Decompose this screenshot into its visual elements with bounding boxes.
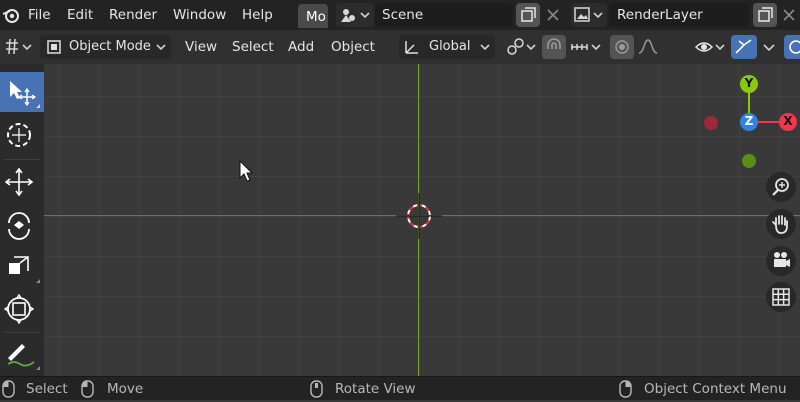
snap-increment-icon: [571, 44, 601, 51]
chevron-down-icon: [156, 44, 166, 51]
eye-icon: [694, 42, 725, 52]
close-view-layer-button[interactable]: [778, 3, 800, 27]
snap-target-dropdown[interactable]: [568, 35, 604, 59]
toolbar-separator: [4, 159, 40, 160]
gizmo-neg-y-handle: [742, 154, 756, 168]
menu-add[interactable]: Add: [288, 35, 314, 59]
cursor-icon: [7, 123, 31, 147]
new-scene-button[interactable]: [516, 3, 540, 27]
mouse-drag-icon: [80, 380, 96, 398]
menu-file[interactable]: File: [28, 0, 51, 30]
tool-annotate[interactable]: [0, 334, 44, 374]
close-icon: [783, 9, 795, 21]
gizmo-x-label: X: [783, 114, 793, 128]
menu-select[interactable]: Select: [232, 35, 274, 59]
view-layer-name-text: RenderLayer: [617, 7, 703, 23]
zoom-icon: [772, 178, 789, 196]
zoom-button[interactable]: [766, 172, 796, 202]
orientation-icon: [405, 41, 418, 54]
status-context-label: Object Context Menu: [644, 381, 787, 397]
perspective-toggle-button[interactable]: [766, 282, 796, 312]
menu-object[interactable]: Object: [331, 35, 375, 59]
snap-toggle[interactable]: [542, 35, 566, 59]
orientation-dropdown[interactable]: Global: [399, 35, 495, 59]
mode-dropdown[interactable]: Object Mode: [40, 35, 171, 59]
camera-icon: [774, 252, 790, 267]
3d-cursor[interactable]: [396, 193, 442, 239]
pan-button[interactable]: [766, 209, 796, 239]
select-box-icon: [10, 81, 40, 108]
menu-render[interactable]: Render: [109, 0, 157, 30]
annotate-icon: [7, 344, 40, 370]
mouse-right-icon: [619, 380, 633, 398]
scene-name-field[interactable]: Scene: [375, 3, 513, 27]
copy-icon: [521, 7, 536, 22]
scale-icon: [9, 256, 40, 283]
gizmo-y-label: Y: [744, 76, 754, 90]
grid-icon: [772, 288, 790, 306]
scene-selector[interactable]: [336, 3, 374, 27]
visibility-dropdown[interactable]: [694, 35, 730, 59]
3d-cursor-icon: [396, 193, 442, 239]
menu-view[interactable]: View: [185, 35, 217, 59]
tool-transform[interactable]: [0, 289, 44, 329]
toolbar-separator: [4, 332, 40, 333]
menu-edit[interactable]: Edit: [67, 0, 93, 30]
move-icon: [4, 167, 34, 197]
mouse-left-icon: [2, 380, 16, 398]
copy-icon: [758, 7, 773, 22]
transform-icon: [3, 293, 35, 325]
proportional-edit-icon: [615, 40, 629, 54]
close-icon: [547, 9, 559, 21]
scene-name-text: Scene: [382, 7, 424, 23]
status-rotate-label: Rotate View: [335, 381, 416, 397]
gizmo-neg-x-handle: [704, 116, 718, 130]
orientation-label: Global: [429, 39, 471, 54]
pivot-icon: [507, 38, 536, 55]
blender-logo-icon[interactable]: [2, 6, 20, 24]
status-select-label: Select: [26, 381, 68, 397]
object-mode-icon: [47, 40, 61, 54]
gizmo-icon: [735, 39, 752, 54]
magnet-icon: [547, 38, 561, 49]
scene-icon: [341, 9, 370, 22]
gizmo-toggle[interactable]: [731, 35, 757, 59]
tool-move[interactable]: [0, 162, 44, 202]
overlay-icon: [789, 40, 800, 54]
tool-cursor[interactable]: [0, 115, 44, 155]
mouse-middle-icon: [310, 380, 324, 398]
proportional-editing-toggle[interactable]: [610, 35, 634, 59]
pivot-point-dropdown[interactable]: [503, 35, 539, 59]
menu-help[interactable]: Help: [242, 0, 273, 30]
view-layer-selector[interactable]: [571, 3, 607, 27]
tool-select-box[interactable]: [0, 72, 44, 112]
view-layer-name-field[interactable]: RenderLayer: [609, 3, 749, 27]
gizmo-z-label: Z: [744, 114, 754, 128]
falloff-dropdown[interactable]: [636, 35, 668, 59]
editor-type-selector[interactable]: [2, 35, 36, 59]
gizmo-dropdown[interactable]: [758, 35, 780, 59]
overlay-toggle[interactable]: [784, 35, 800, 59]
image-icon: [574, 7, 603, 22]
chevron-down-icon: [763, 44, 775, 52]
tool-scale[interactable]: [0, 247, 44, 287]
camera-view-button[interactable]: [766, 246, 796, 276]
workspace-tab[interactable]: Mo: [298, 4, 328, 28]
falloff-curve-icon: [638, 39, 658, 54]
menu-window[interactable]: Window: [173, 0, 226, 30]
new-view-layer-button[interactable]: [753, 3, 777, 27]
editor-type-icon: [6, 38, 32, 55]
hand-icon: [772, 215, 788, 234]
chevron-down-icon: [480, 44, 490, 51]
status-move-label: Move: [107, 381, 144, 397]
tool-rotate[interactable]: [0, 205, 44, 245]
mode-label: Object Mode: [69, 39, 151, 54]
rotate-icon: [8, 212, 30, 240]
close-scene-button[interactable]: [541, 3, 565, 27]
mouse-pointer-icon: [238, 159, 254, 184]
